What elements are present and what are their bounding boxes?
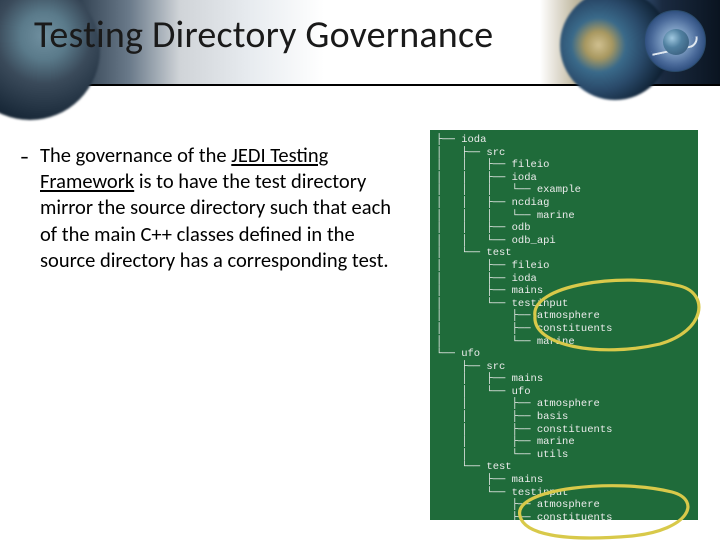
- logo-swoosh: [650, 36, 699, 56]
- org-logo: [644, 10, 706, 72]
- para-text-pre: The governance of the: [40, 142, 231, 168]
- body-paragraph: The governance of the JEDI Testing Frame…: [40, 142, 406, 273]
- slide-header: Testing Directory Governance: [0, 0, 720, 86]
- bullet-marker: –: [20, 146, 29, 168]
- slide-title: Testing Directory Governance: [34, 12, 493, 58]
- directory-tree: ├── ioda │ ├── src │ │ ├── fileio │ │ ├─…: [430, 130, 698, 520]
- slide-body: – The governance of the JEDI Testing Fra…: [0, 86, 720, 540]
